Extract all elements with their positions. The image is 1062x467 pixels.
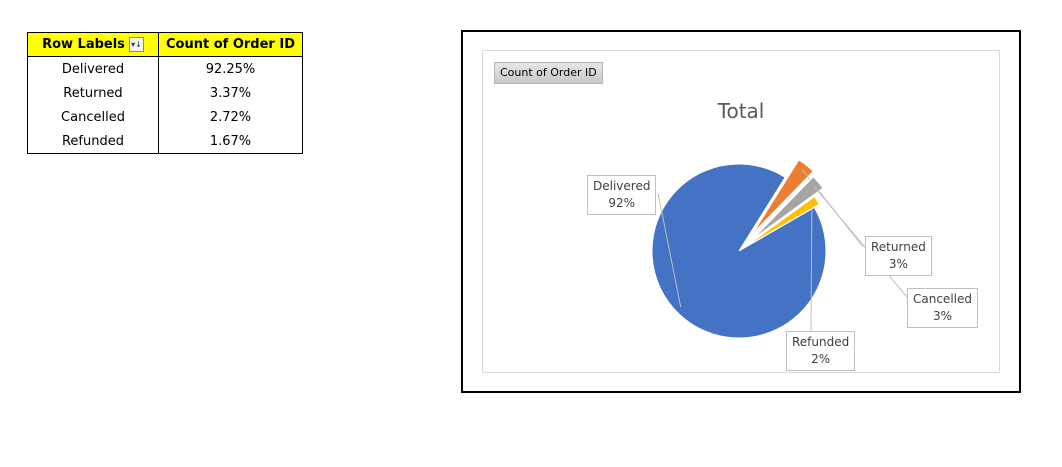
data-label-category: Returned — [871, 240, 926, 254]
row-label[interactable]: Refunded — [27, 129, 159, 154]
row-value[interactable]: 3.37% — [158, 81, 303, 105]
chart-plot-area[interactable]: Count of Order ID Total Delivered 92% Retu… — [482, 50, 1000, 373]
data-label-percent: 3% — [932, 309, 953, 323]
data-label-cancelled[interactable]: Cancelled 3% — [907, 288, 978, 328]
data-label-percent: 3% — [888, 257, 908, 271]
table-row[interactable]: Refunded 1.67% — [27, 129, 303, 154]
data-label-category: Delivered — [593, 179, 651, 193]
pivot-table[interactable]: Row Labels ▾↓ Count of Order ID Delivere… — [27, 32, 303, 154]
row-value[interactable]: 2.72% — [158, 105, 303, 129]
row-label[interactable]: Delivered — [27, 56, 159, 81]
data-label-delivered[interactable]: Delivered 92% — [587, 175, 657, 215]
row-value[interactable]: 1.67% — [158, 129, 303, 154]
table-row[interactable]: Cancelled 2.72% — [27, 105, 303, 129]
data-label-category: Cancelled — [913, 292, 972, 306]
row-label[interactable]: Cancelled — [27, 105, 159, 129]
data-label-percent: 92% — [608, 196, 636, 210]
pivot-chart[interactable]: Count of Order ID Total Delivered 92% Retu… — [461, 30, 1021, 393]
row-label[interactable]: Returned — [27, 81, 159, 105]
data-label-category: Refunded — [792, 335, 850, 349]
sort-desc-icon[interactable]: ▾↓ — [128, 37, 144, 52]
row-value[interactable]: 92.25% — [158, 56, 303, 81]
excel-sheet: Row Labels ▾↓ Count of Order ID Delivere… — [0, 0, 1062, 467]
count-header[interactable]: Count of Order ID — [158, 32, 303, 57]
data-label-returned[interactable]: Returned 3% — [865, 236, 932, 276]
table-row[interactable]: Returned 3.37% — [27, 81, 303, 105]
data-label-refunded[interactable]: Refunded 2% — [786, 331, 856, 371]
row-labels-header[interactable]: Row Labels ▾↓ — [27, 32, 159, 57]
row-labels-header-text: Row Labels — [42, 37, 125, 52]
data-label-percent: 2% — [811, 352, 831, 366]
table-row[interactable]: Delivered 92.25% — [27, 56, 303, 81]
